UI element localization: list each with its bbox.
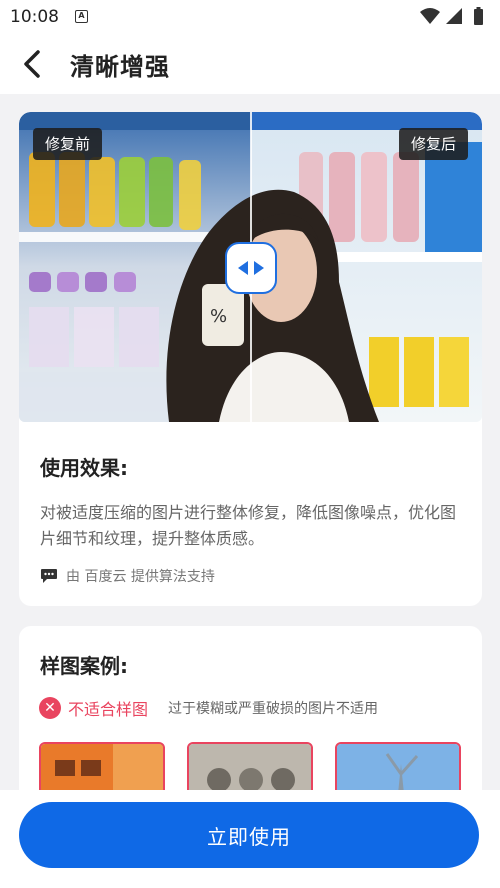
unsuitable-row: ✕ 不适合样图 过于模糊或严重破损的图片不适用 [39,696,378,720]
notification-icon: A [75,10,88,23]
app-header: 清晰增强 [0,34,500,94]
before-label: 修复前 [33,128,103,160]
arrow-right-icon [254,261,264,275]
battery-icon [474,7,483,25]
sample-heading: 样图案例: [40,654,128,678]
before-after-compare[interactable]: % 修复前 修复后 [19,112,482,422]
compare-slider-handle[interactable] [225,242,277,294]
algorithm-credit: 由 百度云 提供算法支持 [40,566,215,586]
unsuitable-note: 过于模糊或严重破损的图片不适用 [168,701,379,717]
close-circle-icon: ✕ [39,697,61,719]
status-bar: 10:08 A [0,0,500,34]
credit-text: 由 百度云 提供算法支持 [66,569,215,585]
unsuitable-label: 不适合样图 [68,700,149,719]
signal-icon [446,8,462,24]
use-now-button[interactable]: 立即使用 [19,802,479,868]
back-button[interactable] [14,46,50,82]
status-time: 10:08 [10,7,59,27]
page-title: 清晰增强 [70,53,170,81]
effect-card: % 修复前 修复后 使用效果: 对被适度压缩的图片进行整体修复，降低图像噪点，优… [19,112,482,606]
arrow-left-icon [238,261,248,275]
chat-bubble-icon [41,569,57,583]
after-label: 修复后 [398,128,468,160]
svg-text:%: % [210,306,227,327]
chevron-left-icon [24,50,40,78]
system-status-icons [420,7,483,25]
effect-heading: 使用效果: [40,456,128,480]
wifi-icon [420,8,440,24]
effect-description: 对被适度压缩的图片进行整体修复，降低图像噪点，优化图片细节和纹理，提升整体质感。 [40,503,457,548]
